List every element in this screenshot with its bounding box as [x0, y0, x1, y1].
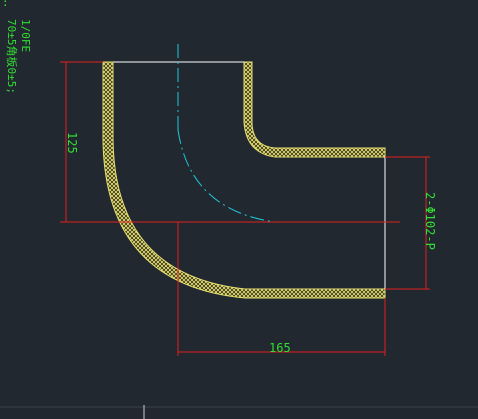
cad-drawing-canvas: : 70±5角板0±5; 1/0FE 125 165 2-Φ102-P [0, 0, 478, 419]
width-dimension-label: 165 [269, 341, 291, 355]
height-dimension-label: 125 [65, 132, 79, 154]
note-line-1: : [2, 0, 9, 9]
annotation-notes: : 70±5角板0±5; 1/0FE [2, 0, 32, 94]
inner-wall-hatch [243, 61, 386, 158]
note-line-3: 1/0FE [19, 19, 32, 52]
elbow-pipe [102, 61, 386, 299]
centerlines [177, 44, 400, 223]
diameter-dimension-label: 2-Φ102-P [423, 192, 437, 250]
note-line-2: 70±5角板0±5; [5, 19, 19, 94]
